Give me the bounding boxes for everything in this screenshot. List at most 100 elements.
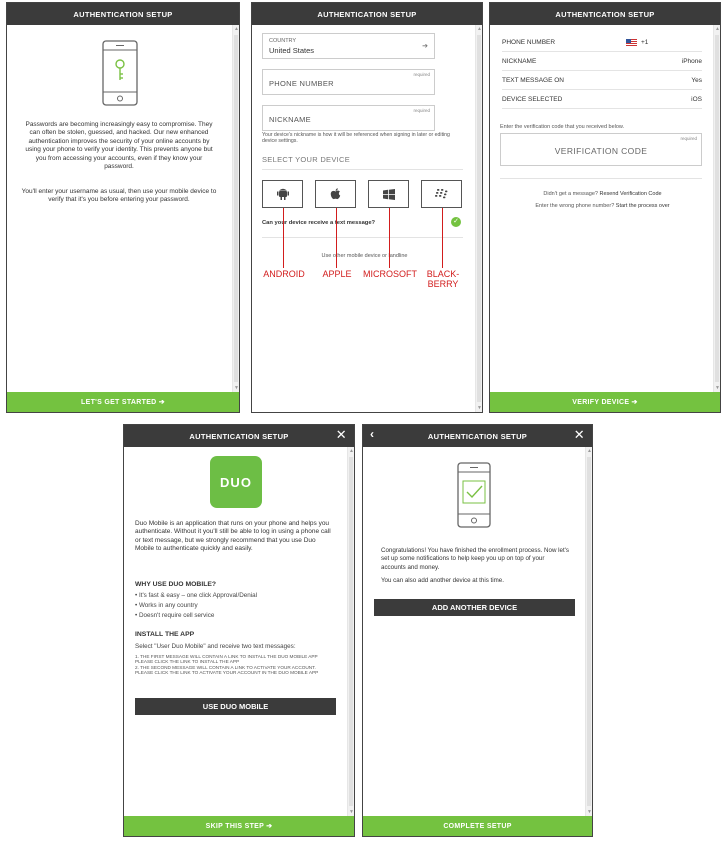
summary-row-phone: PHONE NUMBER +1: [502, 33, 702, 52]
required-label: required: [680, 136, 697, 141]
checkmark-icon: ✓: [453, 218, 459, 225]
verify-header: AUTHENTICATION SETUP: [490, 3, 720, 25]
divider: [262, 237, 463, 238]
android-annotation-line: [283, 208, 284, 268]
intro-paragraph-2: You'll enter your username as usual, the…: [21, 188, 217, 204]
scroll-up-icon[interactable]: ▲: [234, 26, 239, 32]
divider: [262, 169, 463, 170]
summary-key: DEVICE SELECTED: [502, 95, 563, 103]
phone-check-icon: [457, 462, 491, 528]
arrow-right-icon: ➔: [422, 43, 428, 50]
summary-row-device: DEVICE SELECTED iOS: [502, 90, 702, 109]
summary-key: PHONE NUMBER: [502, 38, 556, 46]
header-title: AUTHENTICATION SETUP: [427, 431, 528, 441]
apple-annotation: APPLE: [322, 269, 352, 279]
other-device-link[interactable]: Use other mobile device or landline: [252, 253, 477, 259]
install-heading: INSTALL THE APP: [135, 631, 195, 638]
summary-key: NICKNAME: [502, 57, 537, 65]
scroll-up-icon[interactable]: ▲: [715, 26, 720, 32]
verification-code-field[interactable]: required VERIFICATION CODE: [500, 133, 702, 166]
scrollbar[interactable]: ▲ ▼: [347, 447, 354, 816]
back-icon[interactable]: ‹: [370, 427, 374, 441]
duo-header: AUTHENTICATION SETUP ✕: [124, 425, 354, 447]
congratulations-text: Congratulations! You have finished the e…: [381, 547, 569, 571]
blackberry-device-button[interactable]: [421, 180, 462, 208]
skip-this-step-button[interactable]: SKIP THIS STEP ➔: [124, 816, 354, 836]
country-value: United States: [269, 46, 315, 55]
why-item: • It's fast & easy – one click Approval/…: [135, 592, 258, 599]
blackberry-annotation-line: [442, 208, 443, 268]
verify-panel: AUTHENTICATION SETUP PHONE NUMBER +1 NIC…: [489, 2, 721, 413]
use-duo-mobile-button[interactable]: USE DUO MOBILE: [135, 698, 336, 715]
lets-get-started-button[interactable]: LET'S GET STARTED ➔: [7, 392, 239, 412]
microsoft-device-button[interactable]: [368, 180, 409, 208]
install-intro: Select "User Duo Mobile" and receive two…: [135, 643, 296, 650]
verification-instruction: Enter the verification code that you rec…: [500, 124, 625, 130]
header-title: AUTHENTICATION SETUP: [555, 9, 655, 19]
scroll-up-icon[interactable]: ▲: [587, 448, 592, 454]
start-over-link[interactable]: Start the process over: [616, 203, 670, 209]
apple-device-button[interactable]: [315, 180, 356, 208]
complete-panel: ‹ AUTHENTICATION SETUP ✕ Congratulations! …: [362, 424, 593, 837]
install-step-1: 1. THE FIRST MESSAGE WILL CONTAIN A LINK…: [135, 654, 318, 665]
no-message-text: Didn't get a message?: [543, 191, 598, 197]
why-heading: WHY USE DUO MOBILE?: [135, 581, 217, 588]
device-form-header: AUTHENTICATION SETUP: [252, 3, 482, 25]
nickname-help-text: Your device's nickname is how it will be…: [262, 132, 450, 145]
resend-code-link[interactable]: Resend Verification Code: [600, 191, 662, 197]
device-form-panel: AUTHENTICATION SETUP COUNTRY United Stat…: [251, 2, 483, 413]
summary-row-nickname: NICKNAME iPhone: [502, 52, 702, 71]
intro-paragraph: Passwords are becoming increasingly easy…: [25, 121, 213, 171]
complete-setup-button[interactable]: COMPLETE SETUP: [363, 816, 592, 836]
verification-code-placeholder: VERIFICATION CODE: [554, 146, 648, 156]
install-step-2: 2. THE SECOND MESSAGE WILL CONTAIN A LIN…: [135, 665, 319, 676]
windows-icon: [382, 188, 395, 200]
verify-device-button[interactable]: VERIFY DEVICE ➔: [490, 392, 720, 412]
phone-key-icon: [102, 40, 138, 106]
phone-number-field[interactable]: required PHONE NUMBER: [262, 69, 435, 95]
duo-logo-text: DUO: [220, 474, 252, 490]
select-device-heading: SELECT YOUR DEVICE: [262, 155, 351, 164]
duo-panel: AUTHENTICATION SETUP ✕ DUO Duo Mobile is …: [123, 424, 355, 837]
summary-row-text: TEXT MESSAGE ON Yes: [502, 71, 702, 90]
scrollbar[interactable]: ▲ ▼: [585, 447, 592, 816]
summary-value-phone: +1: [626, 38, 648, 46]
microsoft-annotation: MICROSOFT: [363, 269, 417, 279]
scroll-down-icon[interactable]: ▼: [234, 385, 239, 391]
android-icon: [276, 188, 289, 200]
scroll-down-icon[interactable]: ▼: [587, 809, 592, 815]
intro-header: AUTHENTICATION SETUP: [7, 3, 239, 25]
scroll-up-icon[interactable]: ▲: [477, 26, 482, 32]
scrollbar[interactable]: ▲ ▼: [475, 25, 482, 412]
duo-intro: Duo Mobile is an application that runs o…: [135, 520, 331, 553]
why-item: • Works in any country: [135, 602, 198, 609]
apple-icon: [330, 188, 341, 200]
country-select[interactable]: COUNTRY United States ➔: [262, 33, 435, 59]
scrollbar[interactable]: ▲ ▼: [232, 25, 239, 392]
add-device-text: You can also add another device at this …: [381, 577, 504, 584]
microsoft-annotation-line: [389, 208, 390, 268]
header-title: AUTHENTICATION SETUP: [317, 9, 417, 19]
duo-logo: DUO: [210, 456, 262, 508]
required-label: required: [413, 72, 430, 77]
summary-value: Yes: [691, 76, 702, 84]
text-message-toggle[interactable]: ✓: [451, 217, 461, 227]
scroll-up-icon[interactable]: ▲: [349, 448, 354, 454]
close-icon[interactable]: ✕: [336, 428, 347, 442]
blackberry-icon: [435, 189, 448, 199]
android-device-button[interactable]: [262, 180, 303, 208]
close-icon[interactable]: ✕: [574, 428, 585, 442]
scroll-down-icon[interactable]: ▼: [715, 385, 720, 391]
why-item: • Doesn't require cell service: [135, 612, 215, 619]
resend-line: Didn't get a message? Resend Verificatio…: [490, 191, 715, 197]
scroll-down-icon[interactable]: ▼: [477, 405, 482, 411]
summary-value: iPhone: [681, 57, 702, 65]
wrong-number-text: Enter the wrong phone number?: [535, 203, 615, 209]
scrollbar[interactable]: ▲ ▼: [713, 25, 720, 392]
complete-header: ‹ AUTHENTICATION SETUP ✕: [363, 425, 592, 447]
add-another-device-button[interactable]: ADD ANOTHER DEVICE: [374, 599, 575, 616]
intro-panel: AUTHENTICATION SETUP Passwords are becom…: [6, 2, 240, 413]
text-message-question: Can your device receive a text message?: [262, 220, 376, 226]
nickname-field[interactable]: required NICKNAME: [262, 105, 435, 131]
scroll-down-icon[interactable]: ▼: [349, 809, 354, 815]
